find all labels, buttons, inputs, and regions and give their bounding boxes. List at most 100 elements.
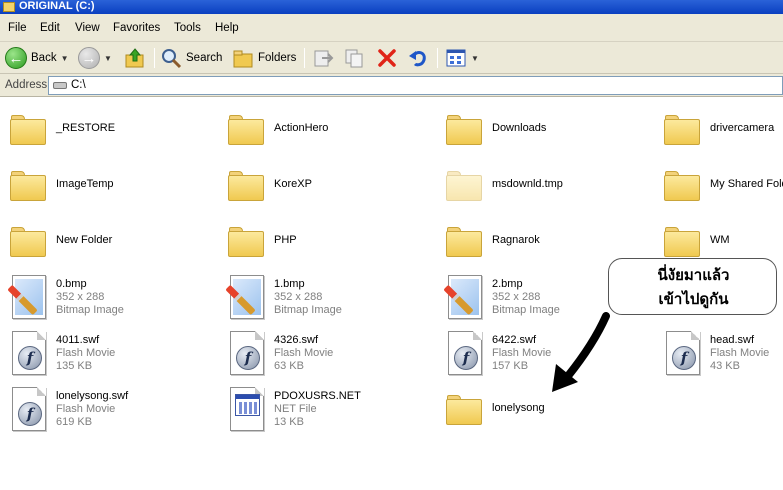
address-input[interactable]: C:\	[48, 76, 783, 95]
file-type: Flash Movie	[492, 347, 552, 359]
folder-item[interactable]: Downloads	[442, 103, 652, 157]
file-item[interactable]: f 6422.swf Flash Movie 157 KB	[442, 327, 652, 381]
folder-item[interactable]: PHP	[224, 215, 434, 269]
folder-icon	[442, 103, 490, 151]
file-name: Downloads	[492, 122, 547, 134]
search-icon	[162, 49, 182, 69]
annotation-line-1: นี่งัยมาแล้ว	[657, 266, 730, 284]
file-type: NET File	[274, 403, 317, 415]
folder-icon	[6, 103, 54, 151]
toolbar: ← Back ▼ → ▼ Search Folders ▼	[0, 42, 783, 74]
back-label: Back	[31, 52, 57, 64]
folder-icon	[3, 2, 15, 12]
file-name: My Shared Fold	[710, 178, 783, 190]
file-type: Flash Movie	[274, 347, 334, 359]
address-value: C:\	[71, 79, 86, 91]
file-name: head.swf	[710, 334, 755, 346]
file-name: _RESTORE	[56, 122, 116, 134]
file-name: 1.bmp	[274, 278, 305, 290]
file-name: ImageTemp	[56, 178, 114, 190]
folders-label: Folders	[258, 52, 297, 64]
folder-item[interactable]: lonelysong	[442, 383, 652, 437]
file-item[interactable]: 1.bmp 352 x 288 Bitmap Image	[224, 271, 434, 325]
file-type: 352 x 288	[56, 291, 105, 303]
file-item[interactable]: f head.swf Flash Movie 43 KB	[660, 327, 783, 381]
menu-edit[interactable]: Edit	[40, 22, 60, 34]
folder-icon	[224, 103, 272, 151]
up-folder-button[interactable]	[124, 45, 146, 71]
folder-icon	[660, 159, 708, 207]
file-name: lonelysong.swf	[56, 390, 129, 402]
menu-file[interactable]: File	[8, 22, 27, 34]
forward-arrow-icon: →	[78, 47, 100, 69]
flash-movie-icon: f	[6, 383, 54, 431]
menu-bar: File Edit View Favorites Tools Help	[0, 14, 783, 42]
file-item[interactable]: f 4326.swf Flash Movie 63 KB	[224, 327, 434, 381]
menu-favorites[interactable]: Favorites	[113, 22, 160, 34]
folder-item[interactable]: _RESTORE	[6, 103, 216, 157]
folder-item[interactable]: ImageTemp	[6, 159, 216, 213]
move-to-button[interactable]	[312, 45, 334, 71]
drive-icon	[53, 82, 67, 89]
annotation-line-2: เข้าไปดูกัน	[658, 290, 729, 308]
file-item[interactable]: 0.bmp 352 x 288 Bitmap Image	[6, 271, 216, 325]
forward-button[interactable]: → ▼	[78, 45, 112, 71]
flash-movie-icon: f	[224, 327, 272, 375]
folder-icon	[224, 215, 272, 263]
back-button[interactable]: ← Back ▼	[5, 45, 69, 71]
folder-item[interactable]: KoreXP	[224, 159, 434, 213]
annotation-callout: นี่งัยมาแล้ว เข้าไปดูกัน	[608, 258, 777, 315]
folders-icon	[233, 50, 253, 68]
title-bar: ORIGINAL (C:)	[0, 0, 783, 14]
window-title: ORIGINAL (C:)	[19, 0, 95, 12]
folder-item[interactable]: drivercamera	[660, 103, 783, 157]
search-button[interactable]: Search	[160, 45, 222, 71]
views-grid-icon	[446, 49, 466, 67]
file-detail: 63 KB	[274, 360, 304, 372]
file-name: ActionHero	[274, 122, 329, 134]
folder-item[interactable]: My Shared Fold	[660, 159, 783, 213]
menu-view[interactable]: View	[75, 22, 100, 34]
file-item[interactable]: f lonelysong.swf Flash Movie 619 KB	[6, 383, 216, 437]
file-name: WM	[710, 234, 730, 246]
file-type: 352 x 288	[492, 291, 541, 303]
folder-icon	[224, 159, 272, 207]
file-item[interactable]: PDOXUSRS.NET NET File 13 KB	[224, 383, 434, 437]
file-name: lonelysong	[492, 402, 545, 414]
file-name: msdownld.tmp	[492, 178, 563, 190]
folder-item[interactable]: ActionHero	[224, 103, 434, 157]
file-name: drivercamera	[710, 122, 775, 134]
file-name: 0.bmp	[56, 278, 87, 290]
file-detail: 619 KB	[56, 416, 93, 428]
file-type: 352 x 288	[274, 291, 323, 303]
toolbar-separator	[304, 48, 305, 68]
file-name: New Folder	[56, 234, 113, 246]
folder-icon	[660, 103, 708, 151]
file-type: Flash Movie	[56, 347, 116, 359]
file-detail: 43 KB	[710, 360, 740, 372]
net-file-icon	[224, 383, 272, 431]
file-name: Ragnarok	[492, 234, 540, 246]
views-button[interactable]: ▼	[445, 45, 479, 71]
folder-item[interactable]: msdownld.tmp	[442, 159, 652, 213]
back-dropdown-icon[interactable]: ▼	[61, 54, 69, 63]
bitmap-paint-icon	[442, 271, 490, 319]
back-arrow-icon: ←	[5, 47, 27, 69]
file-name: 4326.swf	[274, 334, 319, 346]
menu-help[interactable]: Help	[215, 22, 239, 34]
undo-button[interactable]	[407, 45, 429, 71]
copy-to-button[interactable]	[343, 45, 365, 71]
toolbar-separator	[154, 48, 155, 68]
bitmap-paint-icon	[6, 271, 54, 319]
address-bar: Address C:\	[0, 74, 783, 97]
file-item[interactable]: f 4011.swf Flash Movie 135 KB	[6, 327, 216, 381]
copy-to-icon	[345, 49, 363, 68]
folder-item[interactable]: New Folder	[6, 215, 216, 269]
search-label: Search	[186, 52, 223, 64]
views-dropdown-icon[interactable]: ▼	[471, 54, 479, 63]
file-name: PHP	[274, 234, 297, 246]
menu-tools[interactable]: Tools	[174, 22, 201, 34]
forward-dropdown-icon[interactable]: ▼	[104, 54, 112, 63]
folders-button[interactable]: Folders	[232, 45, 296, 71]
delete-button[interactable]	[376, 45, 398, 71]
